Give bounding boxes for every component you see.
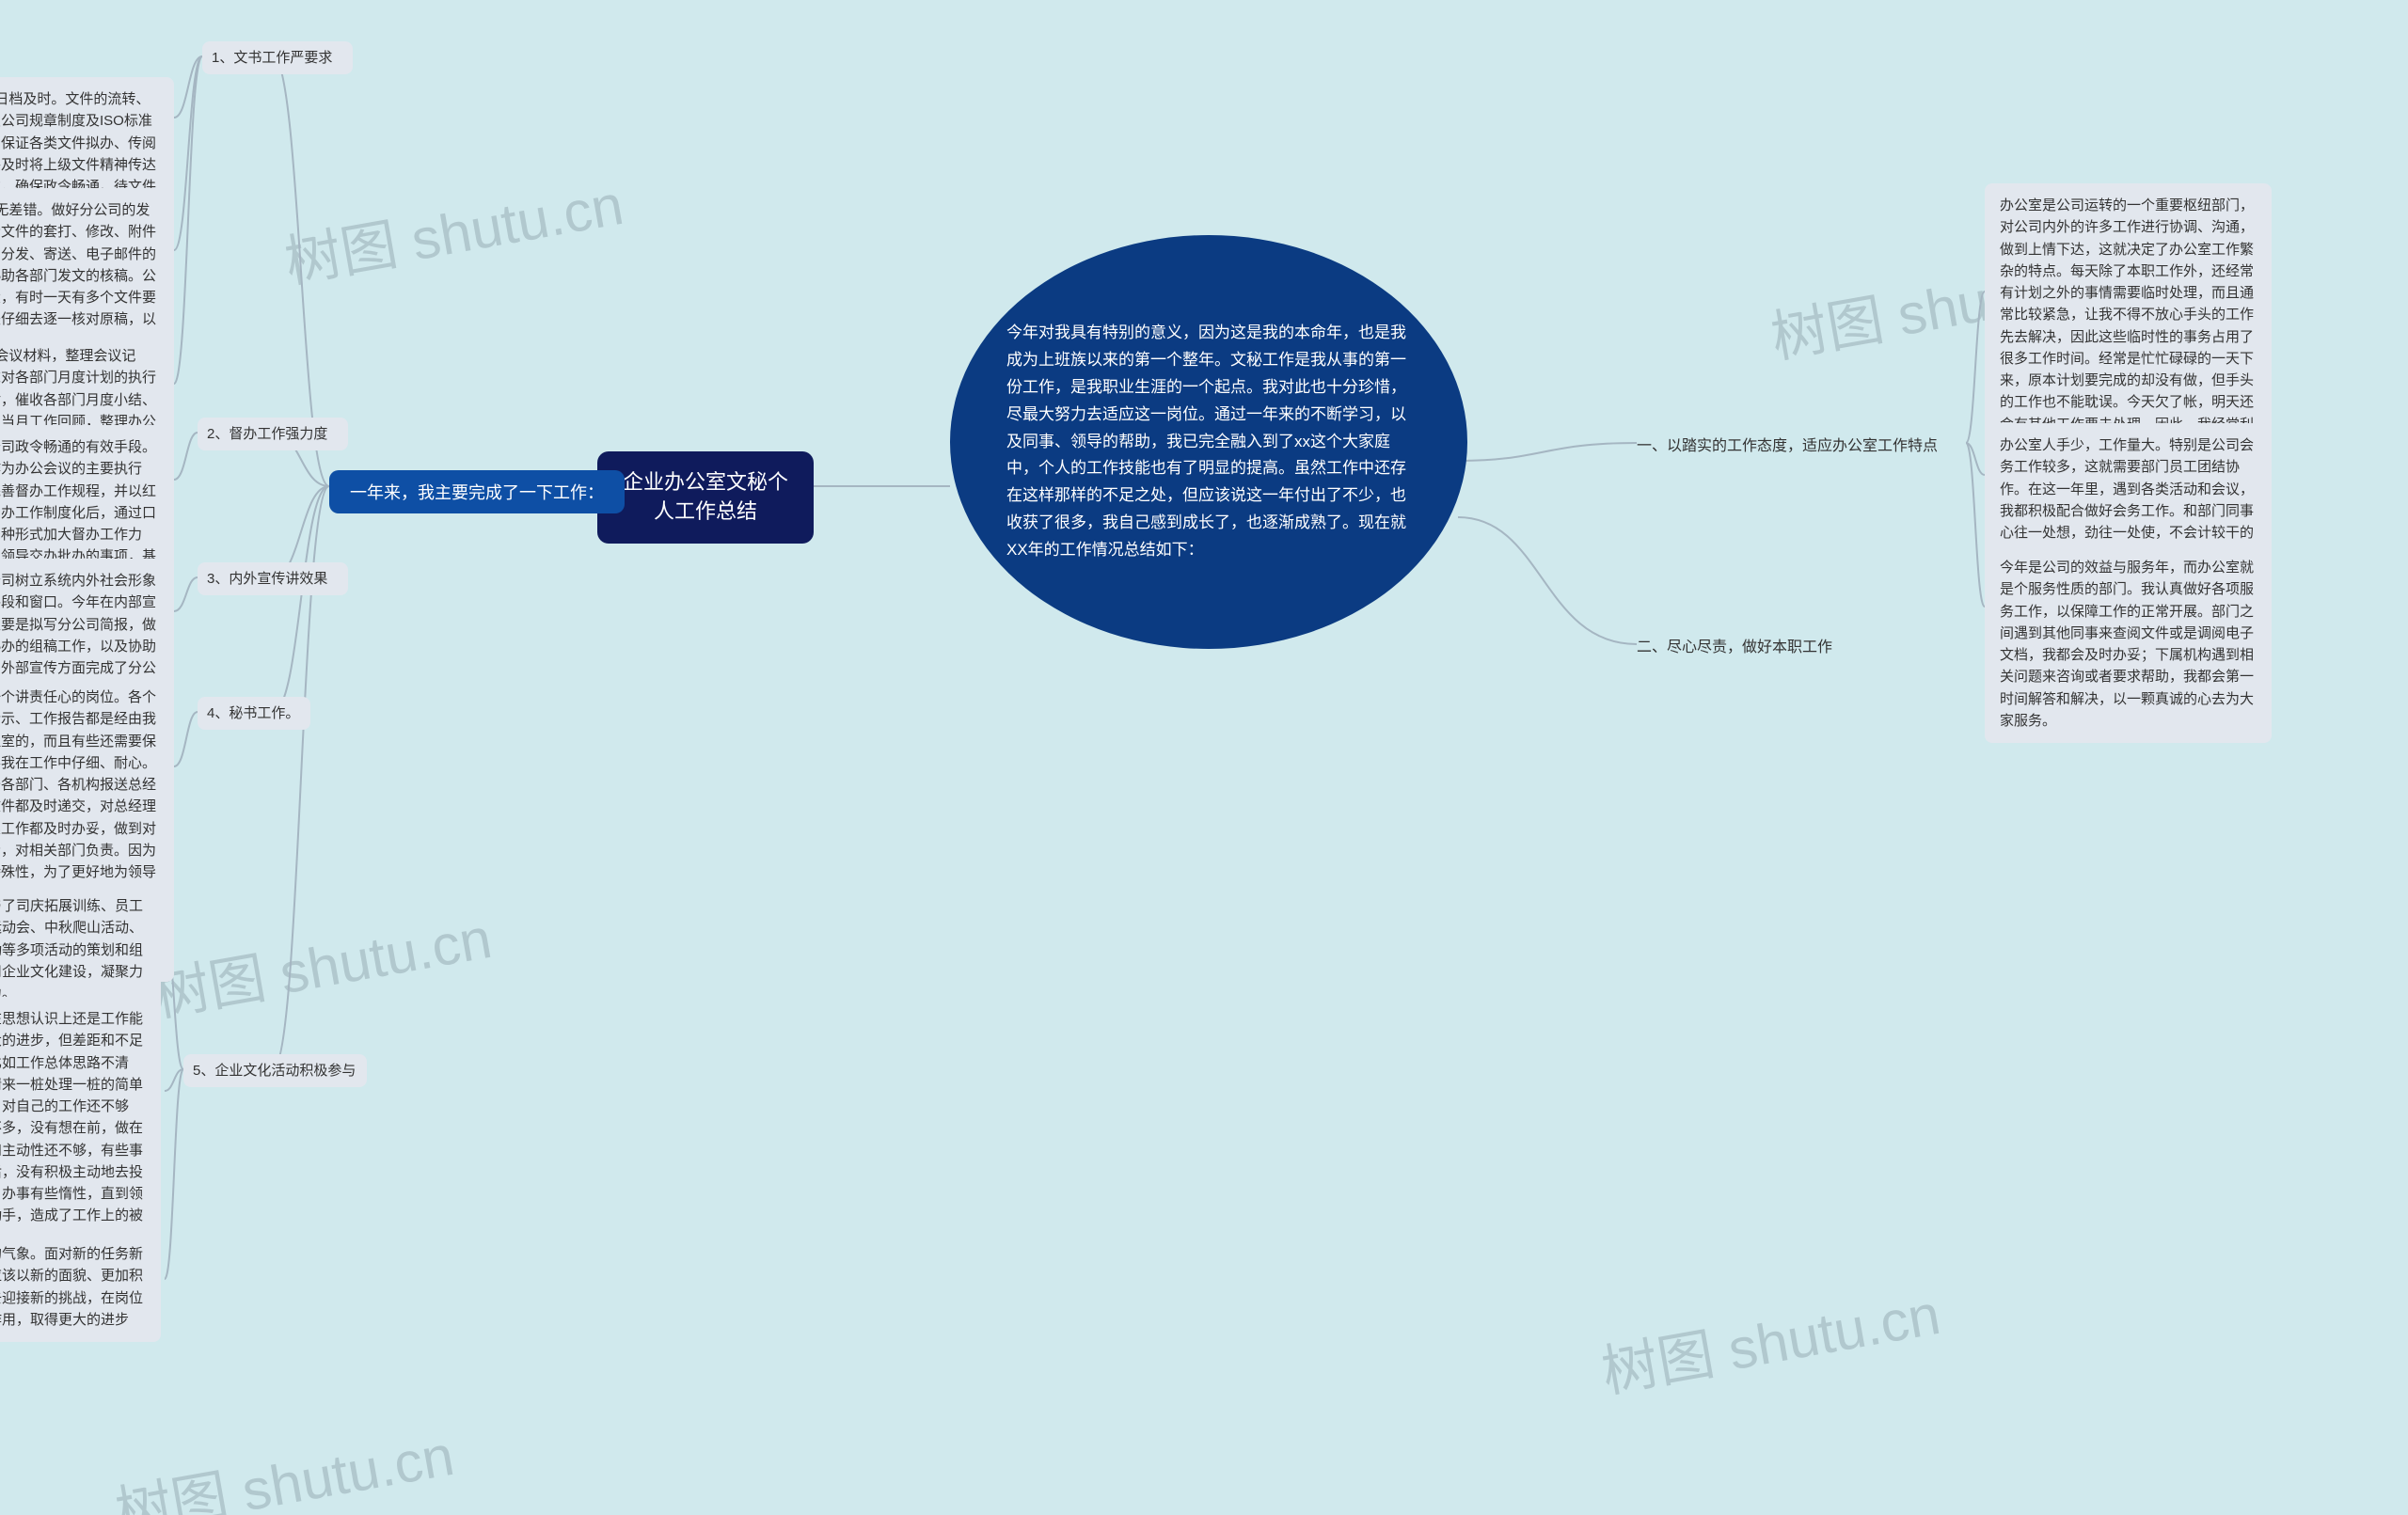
watermark: 树图 shutu.cn	[277, 159, 628, 299]
left-topic-3[interactable]: 3、内外宣传讲效果	[198, 562, 348, 595]
left-topic-5[interactable]: 5、企业文化活动积极参与	[183, 1054, 367, 1087]
left-topic-1[interactable]: 1、文书工作严要求	[202, 41, 353, 74]
left-topic-2[interactable]: 2、督办工作强力度	[198, 418, 348, 450]
right-topic-1[interactable]: 一、以踏实的工作态度，适应办公室工作特点	[1637, 433, 1938, 455]
right-topic-2[interactable]: 二、尽心尽责，做好本职工作	[1637, 634, 1832, 656]
left-topic-5-detail-3[interactable]: 新的一年有新的气象。面对新的任务新的压力，我也应该以新的面貌、更加积极主动的态度…	[0, 1232, 161, 1342]
watermark: 树图 shutu.cn	[146, 892, 497, 1033]
watermark: 树图 shutu.cn	[108, 1410, 459, 1515]
right-topic-1-detail-3[interactable]: 今年是公司的效益与服务年，而办公室就是个服务性质的部门。我认真做好各项服务工作，…	[1985, 545, 2272, 743]
left-topic-5-detail-2[interactable]: 一年来，无论在思想认识上还是工作能力上都有了较大的进步，但差距和不足还是存在的：…	[0, 997, 161, 1260]
watermark: 树图 shutu.cn	[1594, 1269, 1945, 1409]
left-topic-4[interactable]: 4、秘书工作。	[198, 697, 310, 730]
root-node[interactable]: 企业办公室文秘个人工作总结	[597, 451, 814, 544]
intro-ellipse[interactable]: 今年对我具有特别的意义，因为这是我的本命年，也是我成为上班族以来的第一个整年。文…	[950, 235, 1467, 649]
left-branch[interactable]: 一年来，我主要完成了一下工作：	[329, 470, 625, 513]
